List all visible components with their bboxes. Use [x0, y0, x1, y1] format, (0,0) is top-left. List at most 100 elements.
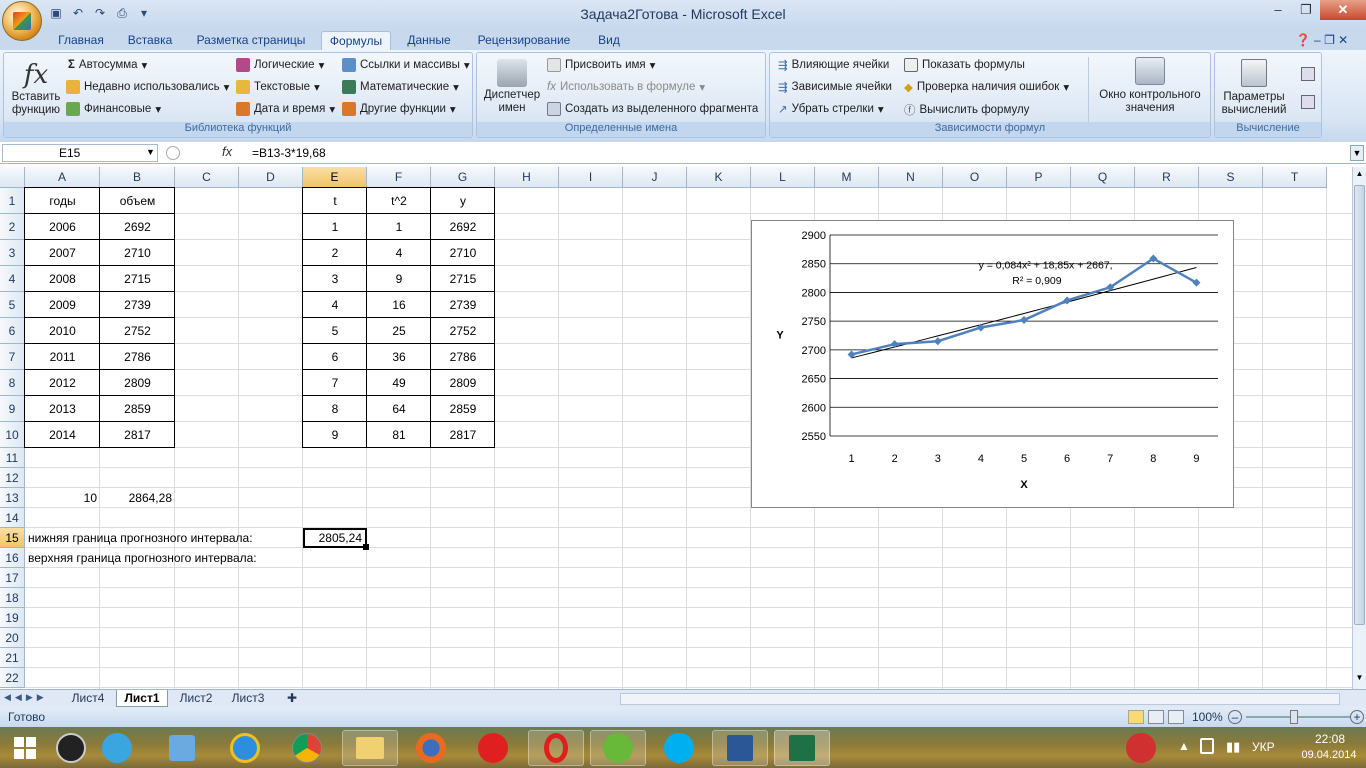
tab-page-layout[interactable]: Разметка страницы	[190, 31, 312, 50]
cell-t[interactable]: 6	[303, 344, 367, 370]
cell-year[interactable]: 2008	[25, 266, 100, 292]
cell-t2[interactable]: 81	[367, 422, 431, 448]
cell-y[interactable]: 2786	[431, 344, 495, 370]
math-button[interactable]: Математические ▾	[342, 80, 459, 94]
cell-y[interactable]: 2752	[431, 318, 495, 344]
row-header-10[interactable]: 10	[0, 422, 25, 448]
taskbar-ie-icon[interactable]	[218, 730, 272, 766]
column-header-p[interactable]: P	[1007, 167, 1071, 188]
cell-t2[interactable]: 49	[367, 370, 431, 396]
tab-view[interactable]: Вид	[590, 31, 628, 50]
insert-function-button[interactable]: fx Вставить функцию	[8, 59, 64, 117]
header-t[interactable]: t	[303, 188, 367, 214]
undo-icon[interactable]: ↶	[70, 5, 86, 21]
cell-volume[interactable]: 2786	[100, 344, 175, 370]
row-header-11[interactable]: 11	[0, 448, 25, 468]
column-header-n[interactable]: N	[879, 167, 943, 188]
cell-lower-bound-label[interactable]: нижняя граница прогнозного интервала:	[25, 528, 295, 548]
more-functions-button[interactable]: Другие функции ▾	[342, 102, 456, 116]
column-header-o[interactable]: O	[943, 167, 1007, 188]
taskbar-word-icon[interactable]	[712, 730, 768, 766]
cell-year[interactable]: 2012	[25, 370, 100, 396]
row-header-22[interactable]: 22	[0, 668, 25, 688]
row-header-15[interactable]: 15	[0, 528, 25, 548]
row-header-18[interactable]: 18	[0, 588, 25, 608]
cell-t2[interactable]: 64	[367, 396, 431, 422]
cell-year[interactable]: 2014	[25, 422, 100, 448]
cell-volume[interactable]: 2739	[100, 292, 175, 318]
tray-date[interactable]: 09.04.2014	[1292, 749, 1366, 761]
row-header-7[interactable]: 7	[0, 344, 25, 370]
cell-t[interactable]: 4	[303, 292, 367, 318]
trace-dependents-button[interactable]: ⇶ Зависимые ячейки	[778, 80, 892, 94]
tab-home[interactable]: Главная	[50, 31, 112, 50]
cell-volume[interactable]: 2859	[100, 396, 175, 422]
error-checking-button[interactable]: ◆ Проверка наличия ошибок ▾	[904, 80, 1069, 94]
autosum-button[interactable]: Σ Автосумма ▾	[68, 58, 147, 72]
cell-volume[interactable]: 2710	[100, 240, 175, 266]
name-box[interactable]: E15	[2, 144, 158, 162]
show-formulas-button[interactable]: Показать формулы	[904, 58, 1025, 72]
row-header-17[interactable]: 17	[0, 568, 25, 588]
start-button[interactable]	[0, 730, 50, 766]
redo-icon[interactable]: ↷	[92, 5, 108, 21]
sheet-tab-list1[interactable]: Лист1	[116, 690, 168, 707]
cell-y[interactable]: 2809	[431, 370, 495, 396]
cell-t2[interactable]: 25	[367, 318, 431, 344]
insert-sheet-icon[interactable]: ✚	[282, 690, 302, 707]
name-box-dropdown-icon[interactable]: ▼	[146, 147, 155, 157]
ribbon-help-controls[interactable]: ❓ – ❐ ✕	[1282, 31, 1362, 50]
scroll-up-icon[interactable]: ▲	[1354, 169, 1365, 183]
remove-arrows-button[interactable]: ↗ Убрать стрелки ▾	[778, 102, 884, 116]
cell-y[interactable]: 2715	[431, 266, 495, 292]
evaluate-formula-button[interactable]: ⓕ Вычислить формулу	[904, 102, 1029, 118]
taskbar-skype-icon[interactable]	[652, 730, 706, 766]
cell-y[interactable]: 2859	[431, 396, 495, 422]
cell-e15-selected[interactable]: 2805,24	[303, 528, 367, 548]
close-button[interactable]: ✕	[1320, 0, 1366, 20]
zoom-out-icon[interactable]: –	[1228, 710, 1242, 724]
column-header-g[interactable]: G	[431, 167, 495, 188]
chart[interactable]: 2550 2600 2650 2700 2750 2800 2850 2900 1 2 3 4 5 6 7 8…	[751, 220, 1234, 508]
cell-b13[interactable]: 2864,28	[100, 488, 175, 508]
logical-button[interactable]: Логические ▾	[236, 58, 324, 72]
expand-formula-bar-icon[interactable]: ▼	[1350, 145, 1364, 161]
sheet-tab-list3[interactable]: Лист3	[224, 690, 272, 707]
cell-t2[interactable]: 9	[367, 266, 431, 292]
cell-t2[interactable]: 16	[367, 292, 431, 318]
cell-t[interactable]: 8	[303, 396, 367, 422]
row-header-13[interactable]: 13	[0, 488, 25, 508]
zoom-level[interactable]: 100%	[1192, 710, 1223, 724]
print-preview-icon[interactable]: ⎙	[114, 5, 130, 21]
column-header-h[interactable]: H	[495, 167, 559, 188]
taskbar-yandex-icon[interactable]	[466, 730, 520, 766]
row-header-19[interactable]: 19	[0, 608, 25, 628]
scroll-down-icon[interactable]: ▼	[1354, 673, 1365, 687]
watch-window-button[interactable]: Окно контрольного значения	[1092, 57, 1208, 115]
recent-functions-button[interactable]: Недавно использовались ▾	[66, 80, 229, 94]
cell-t2[interactable]: 1	[367, 214, 431, 240]
column-header-c[interactable]: C	[175, 167, 239, 188]
cell-volume[interactable]: 2715	[100, 266, 175, 292]
column-header-f[interactable]: F	[367, 167, 431, 188]
row-header-8[interactable]: 8	[0, 370, 25, 396]
cell-y[interactable]: 2710	[431, 240, 495, 266]
taskbar-twitter-icon[interactable]	[90, 730, 144, 766]
header-years[interactable]: годы	[25, 188, 100, 214]
column-header-l[interactable]: L	[751, 167, 815, 188]
zoom-slider[interactable]	[1246, 716, 1350, 718]
tray-time[interactable]: 22:08	[1300, 732, 1360, 746]
financial-button[interactable]: Финансовые ▾	[66, 102, 161, 116]
datetime-button[interactable]: Дата и время ▾	[236, 102, 335, 116]
tray-expand-icon[interactable]: ▲	[1178, 739, 1190, 753]
taskbar-excel-icon[interactable]	[774, 730, 830, 766]
cell-t[interactable]: 9	[303, 422, 367, 448]
taskbar-opera-icon[interactable]	[528, 730, 584, 766]
column-header-i[interactable]: I	[559, 167, 623, 188]
use-in-formula-button[interactable]: fx Использовать в формуле ▾	[547, 80, 705, 94]
formula-input[interactable]: =B13-3*19,68	[252, 146, 326, 160]
taskbar-audio-icon[interactable]	[155, 730, 209, 766]
row-header-1[interactable]: 1	[0, 188, 25, 214]
row-header-16[interactable]: 16	[0, 548, 25, 568]
sheet-nav-icons[interactable]: ◀◀▶▶	[4, 692, 48, 703]
